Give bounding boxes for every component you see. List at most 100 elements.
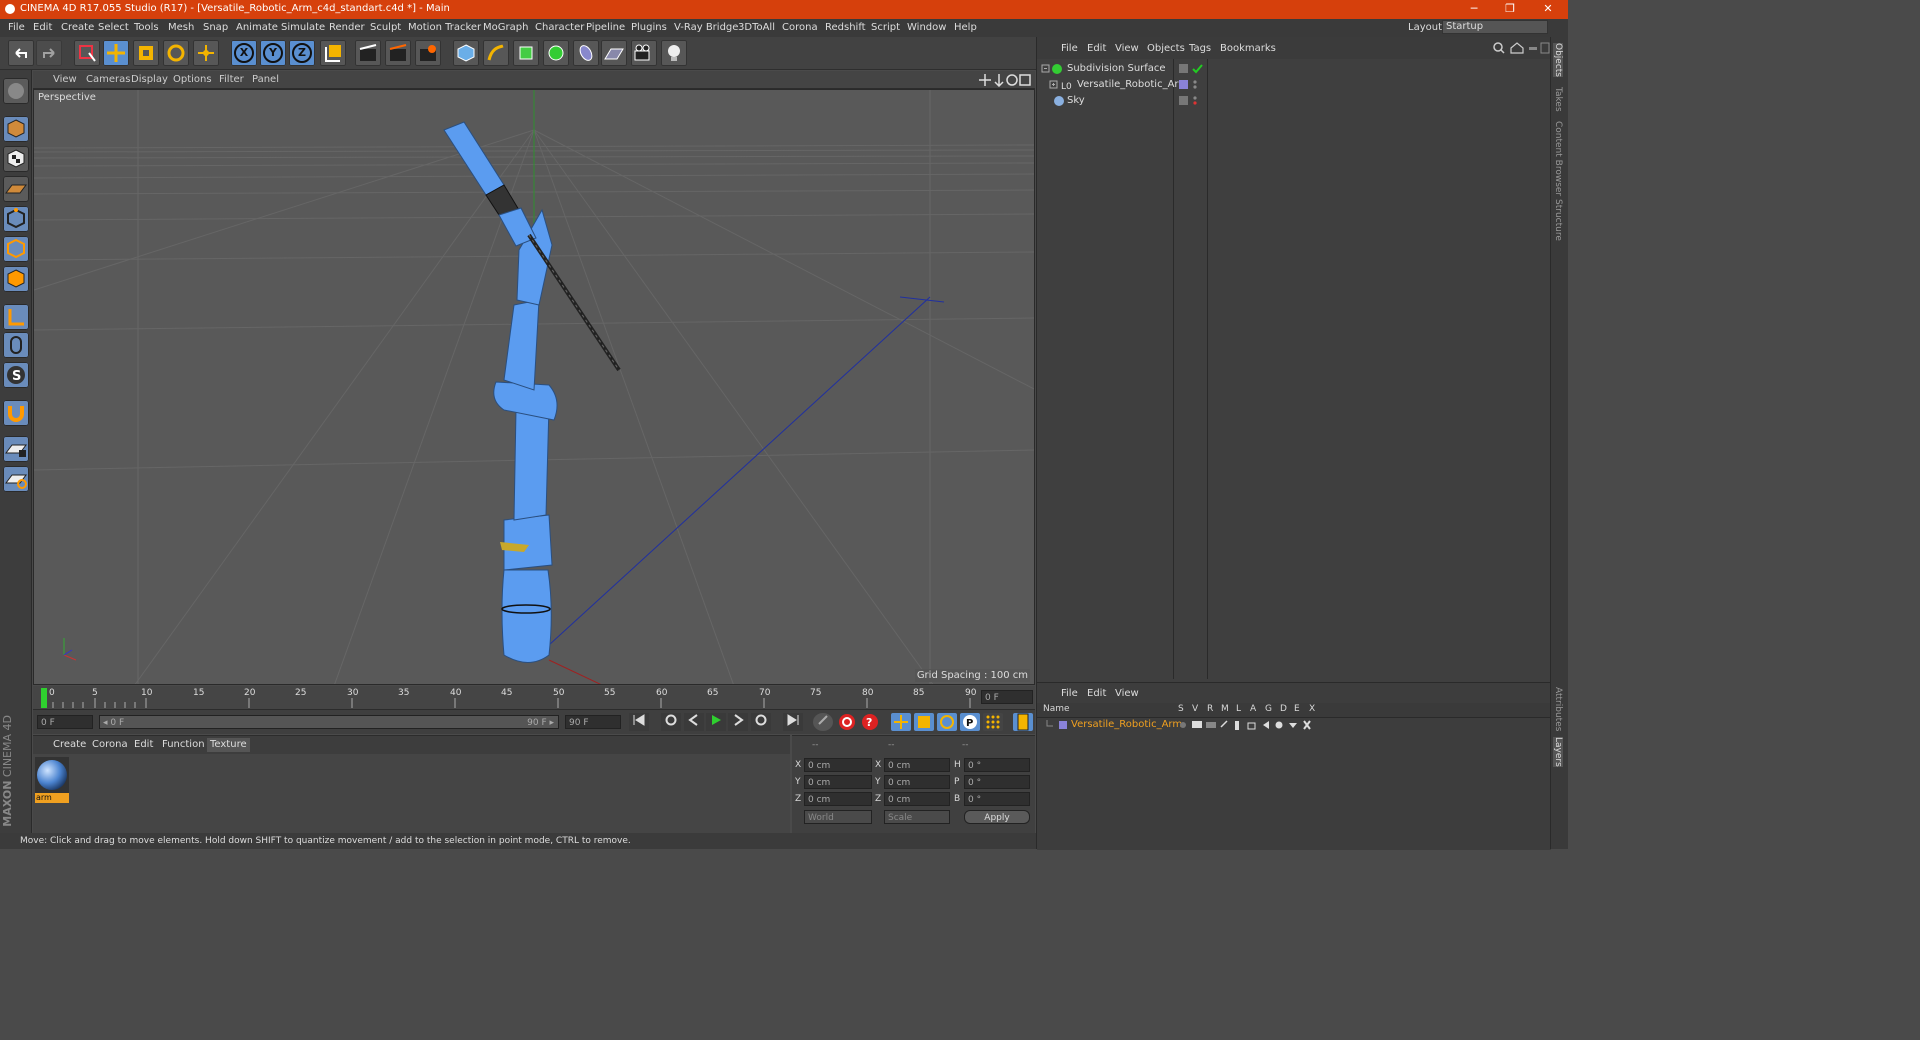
menu-file[interactable]: File <box>8 22 25 33</box>
object-sky-status-icons[interactable] <box>1177 95 1207 107</box>
points-mode-button[interactable] <box>3 206 29 232</box>
axis-mode-button[interactable] <box>3 304 29 330</box>
maximize-button[interactable]: ❐ <box>1496 2 1524 16</box>
perspective-viewport[interactable]: Perspective Grid Spacing: 100 cm <box>33 89 1035 685</box>
size-z-field[interactable]: 0 cm <box>884 792 950 806</box>
deformer-button[interactable] <box>573 40 599 66</box>
viewport-menu-filter[interactable]: Filter <box>219 74 244 85</box>
prev-frame-button[interactable] <box>684 713 704 731</box>
layer-col-a[interactable]: A <box>1250 704 1256 714</box>
position-key-button[interactable] <box>891 713 911 731</box>
menu-mograph[interactable]: MoGraph <box>483 22 528 33</box>
layer-col-g[interactable]: G <box>1265 704 1272 714</box>
rotation-key-button[interactable] <box>937 713 957 731</box>
edges-mode-button[interactable] <box>3 236 29 262</box>
position-y-field[interactable]: 0 cm <box>804 775 872 789</box>
material-menu-texture[interactable]: Texture <box>207 738 250 752</box>
menu-snap[interactable]: Snap <box>203 22 228 33</box>
viewport-menu-panel[interactable]: Panel <box>252 74 279 85</box>
menu-tools[interactable]: Tools <box>134 22 159 33</box>
object-row-subdivision-surface[interactable]: Subdivision Surface <box>1041 61 1541 76</box>
play-button[interactable] <box>706 713 726 731</box>
parameter-key-button[interactable]: P <box>960 713 980 731</box>
object-menu-tags[interactable]: Tags <box>1189 43 1211 54</box>
menu-redshift[interactable]: Redshift <box>825 22 866 33</box>
object-row-sky[interactable]: Sky <box>1041 93 1541 108</box>
pla-key-button[interactable] <box>983 713 1003 731</box>
coordinate-mode-select[interactable]: World <box>804 810 872 824</box>
menu-select[interactable]: Select <box>98 22 129 33</box>
record-keys-button[interactable] <box>813 713 833 731</box>
menu-3dtoall[interactable]: 3DToAll <box>738 22 775 33</box>
render-settings-button[interactable] <box>415 40 441 66</box>
object-status-icons[interactable] <box>1177 63 1207 75</box>
side-tab-takes[interactable]: Takes <box>1553 87 1563 112</box>
menu-edit[interactable]: Edit <box>33 22 52 33</box>
menu-window[interactable]: Window <box>907 22 946 33</box>
menu-character[interactable]: Character <box>535 22 584 33</box>
side-tab-structure[interactable]: Structure <box>1553 199 1563 241</box>
menu-render[interactable]: Render <box>329 22 365 33</box>
floor-object-button[interactable] <box>601 40 627 66</box>
size-x-field[interactable]: 0 cm <box>884 758 950 772</box>
texture-mode-button[interactable] <box>3 146 29 172</box>
model-mode-button[interactable] <box>3 116 29 142</box>
menu-plugins[interactable]: Plugins <box>631 22 667 33</box>
move-tool-button[interactable] <box>103 40 129 66</box>
rotate-tool-button[interactable] <box>163 40 189 66</box>
material-menu-function[interactable]: Function <box>162 739 205 750</box>
menu-pipeline[interactable]: Pipeline <box>586 22 625 33</box>
material-menu-edit[interactable]: Edit <box>134 739 153 750</box>
light-button[interactable] <box>661 40 687 66</box>
snap-button[interactable]: S <box>3 362 29 388</box>
spline-pen-button[interactable] <box>483 40 509 66</box>
render-view-button[interactable] <box>355 40 381 66</box>
object-menu-bookmarks[interactable]: Bookmarks <box>1220 43 1276 54</box>
end-frame-field[interactable]: 90 F <box>565 715 621 729</box>
layer-toggle-icons[interactable] <box>1177 719 1317 731</box>
material-menu-corona[interactable]: Corona <box>92 739 128 750</box>
coordinate-system-button[interactable] <box>320 40 346 66</box>
layer-col-v[interactable]: V <box>1192 704 1198 714</box>
transform-tool-button[interactable] <box>193 40 219 66</box>
viewport-nav-icons[interactable] <box>979 73 1031 87</box>
tweak-mode-button[interactable] <box>3 332 29 358</box>
locked-workplane-button[interactable] <box>3 436 29 462</box>
menu-mesh[interactable]: Mesh <box>168 22 194 33</box>
rotation-h-field[interactable]: 0 ° <box>964 758 1030 772</box>
object-row-versatile-robotic-arm[interactable]: L0 Versatile_Robotic_Arm <box>1041 77 1541 92</box>
goto-end-button[interactable] <box>783 713 803 731</box>
render-picture-viewer-button[interactable] <box>385 40 411 66</box>
menu-script[interactable]: Script <box>871 22 900 33</box>
current-frame-field[interactable]: 0 F <box>981 690 1033 704</box>
cube-object-button[interactable] <box>453 40 479 66</box>
material-arm[interactable]: arm <box>35 757 69 803</box>
menu-create[interactable]: Create <box>61 22 94 33</box>
object-menu-file[interactable]: File <box>1061 43 1078 54</box>
apply-button[interactable]: Apply <box>964 810 1030 824</box>
subdivision-surface-button[interactable] <box>513 40 539 66</box>
make-editable-button[interactable] <box>3 78 29 104</box>
autokey-button[interactable] <box>837 713 857 731</box>
object-menu-view[interactable]: View <box>1115 43 1139 54</box>
layout-select[interactable]: Startup <box>1442 20 1548 34</box>
side-tab-layers[interactable]: Layers <box>1553 737 1563 767</box>
layer-menu-edit[interactable]: Edit <box>1087 688 1106 699</box>
rotation-b-field[interactable]: 0 ° <box>964 792 1030 806</box>
size-mode-select[interactable]: Scale <box>884 810 950 824</box>
object-manager-tools[interactable] <box>1491 41 1551 55</box>
polygons-mode-button[interactable] <box>3 266 29 292</box>
planar-workplane-button[interactable] <box>3 466 29 492</box>
object-menu-objects[interactable]: Objects <box>1147 43 1185 54</box>
goto-start-button[interactable] <box>629 713 649 731</box>
side-tab-content-browser[interactable]: Content Browser <box>1553 121 1563 196</box>
timeline-ruler[interactable]: 0 5 10 15 20 25 30 35 40 45 50 55 60 65 … <box>33 686 1035 710</box>
layer-menu-file[interactable]: File <box>1061 688 1078 699</box>
position-z-field[interactable]: 0 cm <box>804 792 872 806</box>
scale-tool-button[interactable] <box>133 40 159 66</box>
menu-motion-tracker[interactable]: Motion Tracker <box>408 22 481 33</box>
next-frame-button[interactable] <box>728 713 748 731</box>
layer-menu-view[interactable]: View <box>1115 688 1139 699</box>
side-tab-objects[interactable]: Objects <box>1553 43 1563 78</box>
z-axis-lock-button[interactable]: Z <box>289 40 315 66</box>
